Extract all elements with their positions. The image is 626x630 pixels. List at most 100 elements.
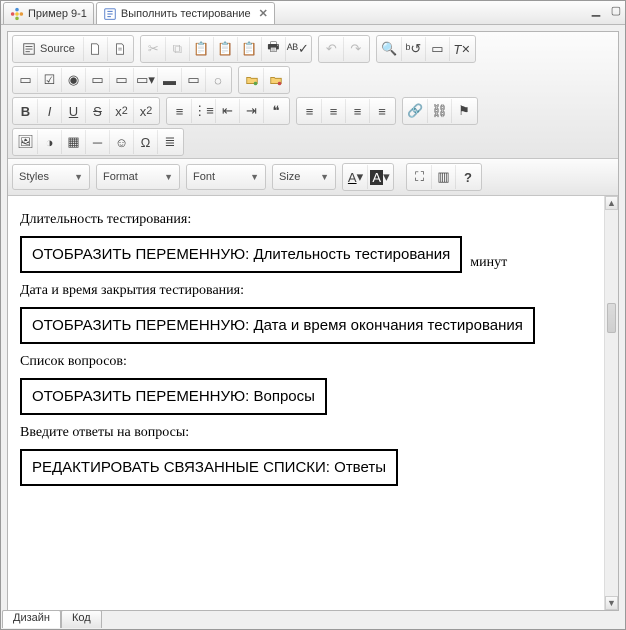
toolbar: Source ✂ ⧉ 📋 📋 📋 🖶 ᴬᴮ✓ ↶ ↷ [8,32,618,159]
chevron-down-icon: ▼ [250,172,259,182]
link-button[interactable]: 🔗 [404,99,428,123]
radio-button[interactable]: ◉ [62,68,86,92]
paste-word-button[interactable]: 📋 [238,37,262,61]
size-dropdown[interactable]: Size▼ [272,164,336,190]
tab-label: Выполнить тестирование [121,8,251,20]
vertical-scrollbar[interactable]: ▲ ▼ [604,196,618,610]
about-button[interactable]: ? [456,165,480,189]
specialchar-button[interactable]: Ω [134,130,158,154]
variable-box-closedate[interactable]: ОТОБРАЗИТЬ ПЕРЕМЕННУЮ: Дата и время окон… [20,307,535,344]
new-page-button[interactable] [84,37,108,61]
custom2-button[interactable] [264,68,288,92]
removeformat-button[interactable]: T✕ [450,37,474,61]
close-icon[interactable]: ✕ [259,7,268,20]
tab-label: Пример 9-1 [28,8,87,20]
undo-button[interactable]: ↶ [320,37,344,61]
label-closedate: Дата и время закрытия тестирования: [20,283,592,299]
spellcheck-button[interactable]: ᴬᴮ✓ [286,37,310,61]
variable-box-questions[interactable]: ОТОБРАЗИТЬ ПЕРЕМЕННУЮ: Вопросы [20,378,327,415]
paste-button[interactable]: 📋 [190,37,214,61]
page-icon [88,42,102,56]
toolbar-dropdown-row: Styles▼ Format▼ Font▼ Size▼ A▾ A▾ ⛶ ▥ ? [8,159,618,196]
variable-box-answers[interactable]: РЕДАКТИРОВАТЬ СВЯЗАННЫЕ СПИСКИ: Ответы [20,449,398,486]
find-button[interactable]: 🔍 [378,37,402,61]
suffix-minutes: минут [470,255,507,271]
flash-button[interactable]: ◑ [38,130,62,154]
toolbar-row-2: ▭ ☑ ◉ ▭ ▭ ▭▾ ▬ ▭ ◌ [12,66,614,94]
select-button[interactable]: ▭▾ [134,68,158,92]
custom1-button[interactable] [240,68,264,92]
underline-button[interactable]: U [62,99,86,123]
tab-run-test[interactable]: Выполнить тестирование ✕ [96,2,275,24]
styles-dropdown[interactable]: Styles▼ [12,164,90,190]
numlist-button[interactable]: ≡ [168,99,192,123]
form-button[interactable]: ▭ [14,68,38,92]
paste-text-button[interactable]: 📋 [214,37,238,61]
hidden-button[interactable]: ◌ [206,68,230,92]
toolbar-row-1: Source ✂ ⧉ 📋 📋 📋 🖶 ᴬᴮ✓ ↶ ↷ [12,35,614,63]
smiley-button[interactable]: ☺ [110,130,134,154]
superscript-button[interactable]: x2 [134,99,158,123]
toolbar-row-3: B I U S x2 x2 ≡ ⋮≡ ⇤ ⇥ ❝ ≡ ≡ ≡ ≡ 🔗 [12,97,614,125]
image-button[interactable]: 🖼 [14,130,38,154]
bottom-tabbar: Дизайн Код [2,610,102,628]
pagebreak-button[interactable]: ≣ [158,130,182,154]
label-questions: Список вопросов: [20,354,592,370]
scroll-down-icon[interactable]: ▼ [605,596,618,610]
tab-design[interactable]: Дизайн [2,610,61,628]
tab-example[interactable]: Пример 9-1 [3,2,94,24]
showblocks-button[interactable]: ▥ [432,165,456,189]
print-button[interactable]: 🖶 [262,37,286,61]
preview-button[interactable] [108,37,132,61]
content-wrap: Длительность тестирования: ОТОБРАЗИТЬ ПЕ… [8,196,618,610]
replace-button[interactable]: ᵇ↺ [402,37,426,61]
editor-tabbar: Пример 9-1 Выполнить тестирование ✕ ▁ ▢ [1,1,625,25]
maximize-button[interactable]: ⛶ [408,165,432,189]
format-dropdown[interactable]: Format▼ [96,164,180,190]
variable-box-duration[interactable]: ОТОБРАЗИТЬ ПЕРЕМЕННУЮ: Длительность тест… [20,236,462,273]
chevron-down-icon: ▼ [74,172,83,182]
textfield-button[interactable]: ▭ [86,68,110,92]
indent-button[interactable]: ⇥ [240,99,264,123]
scroll-thumb[interactable] [607,303,616,333]
bold-button[interactable]: B [14,99,38,123]
editor-content[interactable]: Длительность тестирования: ОТОБРАЗИТЬ ПЕ… [8,196,604,610]
checkbox-button[interactable]: ☑ [38,68,62,92]
subscript-button[interactable]: x2 [110,99,134,123]
table-button[interactable]: ▦ [62,130,86,154]
copy-button[interactable]: ⧉ [166,37,190,61]
chevron-down-icon: ▼ [320,172,329,182]
scroll-track[interactable] [605,210,618,596]
font-dropdown[interactable]: Font▼ [186,164,266,190]
strike-button[interactable]: S [86,99,110,123]
textcolor-button[interactable]: A▾ [344,165,368,189]
tab-code[interactable]: Код [61,610,102,628]
anchor-button[interactable]: ⚑ [452,99,476,123]
preview-icon [113,42,127,56]
hr-button[interactable]: ─ [86,130,110,154]
maximize-icon[interactable]: ▢ [609,3,623,17]
open-folder-icon [245,73,259,87]
align-right-button[interactable]: ≡ [346,99,370,123]
minimize-icon[interactable]: ▁ [589,3,603,17]
button-button[interactable]: ▬ [158,68,182,92]
outdent-button[interactable]: ⇤ [216,99,240,123]
editor-frame: Source ✂ ⧉ 📋 📋 📋 🖶 ᴬᴮ✓ ↶ ↷ [7,31,619,611]
blockquote-button[interactable]: ❝ [264,99,288,123]
redo-button[interactable]: ↷ [344,37,368,61]
toolbar-row-4: 🖼 ◑ ▦ ─ ☺ Ω ≣ [12,128,614,156]
bullist-button[interactable]: ⋮≡ [192,99,216,123]
italic-button[interactable]: I [38,99,62,123]
align-left-button[interactable]: ≡ [298,99,322,123]
align-justify-button[interactable]: ≡ [370,99,394,123]
source-button[interactable]: Source [14,37,84,61]
cut-button[interactable]: ✂ [142,37,166,61]
imagebutton-button[interactable]: ▭ [182,68,206,92]
selectall-button[interactable]: ▭ [426,37,450,61]
align-center-button[interactable]: ≡ [322,99,346,123]
scroll-up-icon[interactable]: ▲ [605,196,618,210]
window-controls: ▁ ▢ [589,3,623,17]
unlink-button[interactable]: ⛓ [428,99,452,123]
bgcolor-button[interactable]: A▾ [368,165,392,189]
textarea-button[interactable]: ▭ [110,68,134,92]
